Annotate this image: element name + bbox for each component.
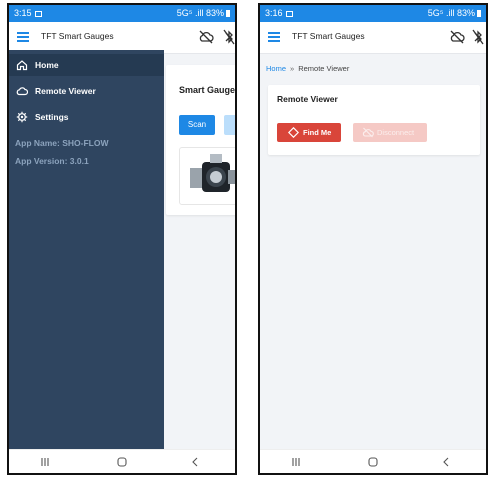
bluetooth-off-icon[interactable] [472,29,484,45]
app-version-label: App Version: 3.0.1 [15,156,89,166]
cloud-icon [16,87,28,96]
cloud-off-icon[interactable] [198,30,214,44]
recent-apps-icon[interactable] [39,456,51,468]
remote-viewer-card: Remote Viewer Find Me Disconnect [268,85,480,155]
nav-drawer: Home Remote Viewer Settings App Name: SH… [9,50,164,473]
recent-apps-icon[interactable] [290,456,302,468]
scan-button[interactable]: Scan [179,115,215,135]
main-content: Home» Remote Viewer Remote Viewer Find Me… [260,54,486,459]
notification-icon [34,10,42,17]
target-icon [288,127,299,138]
gear-icon [16,111,28,123]
system-nav-bar [9,449,235,473]
phone-frame-right: 3:16 5G⁵ .ill 83% TFT Smart Gauges Home »… [258,3,488,475]
screen-left: 3:15 5G⁵ .ill 83% TFT Smart Gauges Smart… [9,5,235,473]
home-nav-icon[interactable] [116,456,128,468]
app-title: TFT Smart Gauges [41,31,114,41]
cloud-off-icon [362,127,374,138]
battery-icon [226,10,230,18]
app-title: TFT Smart Gauges [292,31,365,41]
breadcrumb-home-link[interactable]: Home [266,64,286,73]
status-bar: 3:16 5G⁵ .ill 83% [260,5,486,22]
phone-frame-left: 3:15 5G⁵ .ill 83% TFT Smart Gauges Smart… [7,3,237,475]
gauge-device-image [190,154,235,192]
home-icon [16,60,28,71]
disconnect-button[interactable]: Disconnect [353,123,427,142]
gauge-tile[interactable] [179,147,235,205]
status-time: 3:15 [14,5,42,22]
smart-gauges-card: Smart Gauges Scan [166,65,235,215]
cloud-off-icon[interactable] [449,30,465,44]
bluetooth-off-icon[interactable] [223,29,235,45]
breadcrumb: Home » Remote Viewer [266,64,349,73]
breadcrumb-separator: » [290,64,295,73]
home-nav-icon[interactable] [367,456,379,468]
notification-icon [285,10,293,17]
find-me-button[interactable]: Find Me [277,123,341,142]
battery-icon [477,10,481,18]
breadcrumb-current: Remote Viewer [298,64,350,73]
secondary-button[interactable] [224,115,235,135]
drawer-item-settings[interactable]: Settings [9,106,164,128]
find-me-label: Find Me [303,128,332,137]
drawer-item-home[interactable]: Home [9,54,164,76]
status-time: 3:16 [265,5,293,22]
drawer-item-label: Settings [35,112,69,122]
back-icon[interactable] [189,456,201,468]
card-title: Remote Viewer [277,94,338,104]
menu-icon[interactable] [17,32,29,42]
back-icon[interactable] [440,456,452,468]
drawer-item-label: Remote Viewer [35,86,96,96]
menu-icon[interactable] [268,32,280,42]
app-bar: TFT Smart Gauges [260,22,486,54]
app-name-label: App Name: SHO-FLOW [15,138,109,148]
disconnect-label: Disconnect [377,128,415,137]
status-indicators: 5G⁵ .ill 83% [428,5,481,22]
status-bar: 3:15 5G⁵ .ill 83% [9,5,235,22]
card-title: Smart Gauges [179,85,235,95]
drawer-item-remote-viewer[interactable]: Remote Viewer [9,80,164,102]
drawer-item-label: Home [35,60,59,70]
screen-right: 3:16 5G⁵ .ill 83% TFT Smart Gauges Home »… [260,5,486,473]
status-indicators: 5G⁵ .ill 83% [177,5,230,22]
system-nav-bar [260,449,486,473]
